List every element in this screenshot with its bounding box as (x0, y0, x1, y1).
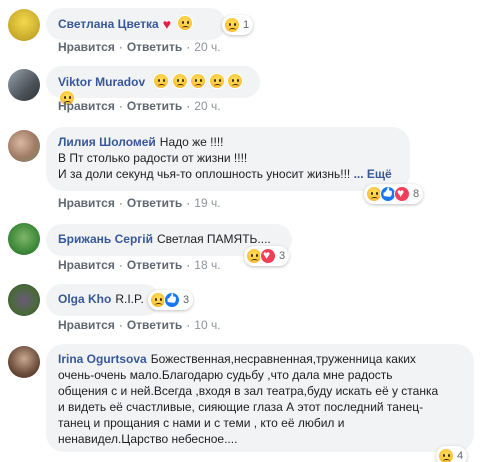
comment-meta: Нравится · Ответить · 20 ч. (58, 40, 221, 54)
sad-emoji-icon (171, 73, 188, 89)
comment-time[interactable]: 19 ч. (194, 196, 220, 210)
comment-text: Божественная,несравненная,труженница как… (150, 352, 416, 366)
comment-bubble: Irina Ogurtsova Божественная,несравненная… (46, 344, 474, 452)
avatar[interactable] (8, 9, 40, 41)
reaction-count: 3 (183, 294, 190, 306)
comment-text-line: и видеть её счастливые, сияющие глаза А … (58, 400, 424, 414)
comment-author[interactable]: Olga Kho (58, 292, 111, 306)
like-link[interactable]: Нравится (58, 196, 115, 210)
comment-time[interactable]: 20 ч. (194, 99, 220, 113)
sad-reaction-icon (224, 17, 240, 33)
sad-emoji-icon (177, 15, 194, 31)
love-reaction-icon (260, 248, 276, 264)
comment-author[interactable]: Светлана Цветка (58, 17, 159, 31)
reactions-badge[interactable]: 4 (436, 446, 468, 462)
comment-text-line: ненавидел.Царство небесное.... (58, 432, 238, 446)
sad-emoji-icon (190, 73, 207, 89)
reply-link[interactable]: Ответить (127, 99, 182, 113)
like-link[interactable]: Нравится (58, 258, 115, 272)
avatar[interactable] (8, 130, 40, 162)
sad-reaction-icon (438, 448, 454, 462)
comment-author[interactable]: Viktor Muradov (58, 75, 145, 89)
comment-time[interactable]: 18 ч. (194, 258, 220, 272)
reply-link[interactable]: Ответить (127, 258, 182, 272)
see-more-link[interactable]: ... Ещё (354, 167, 392, 181)
comment-text-line: танец и прощания с нами и с теми , кто е… (58, 416, 345, 430)
reactions-badge[interactable]: 8 (364, 184, 424, 204)
comment-text-line: В Пт столько радости от жизни !!!! (58, 151, 248, 165)
comment-text: Светлая ПАМЯТЬ.... (157, 232, 271, 246)
like-reaction-icon (164, 292, 180, 308)
comment-text: R.I.P. (115, 292, 144, 306)
sad-emoji-icon (153, 73, 170, 89)
comment-time[interactable]: 10 ч. (194, 318, 220, 332)
sad-emoji-icon (208, 73, 225, 89)
comment-author[interactable]: Брижань Сергій (58, 232, 153, 246)
avatar[interactable] (8, 223, 40, 255)
comment-text: Надо же !!!! (159, 135, 224, 149)
comment-bubble: Светлана Цветка ♥ (46, 8, 226, 40)
comment-author[interactable]: Irina Ogurtsova (58, 352, 147, 366)
reactions-badge[interactable]: 3 (148, 290, 194, 310)
like-link[interactable]: Нравится (58, 318, 115, 332)
reaction-count: 3 (279, 250, 286, 262)
reply-link[interactable]: Ответить (127, 196, 182, 210)
comment-time[interactable]: 20 ч. (194, 40, 220, 54)
comment-bubble: Лилия Шоломей Надо же !!!! В Пт столько р… (46, 127, 410, 191)
comment-bubble: Viktor Muradov (46, 66, 260, 106)
sad-emoji-icon (226, 73, 243, 89)
like-link[interactable]: Нравится (58, 99, 115, 113)
heart-emoji-icon: ♥ (162, 16, 172, 32)
comment-meta: Нравится · Ответить · 20 ч. (58, 99, 221, 113)
reaction-count: 8 (413, 188, 420, 200)
avatar[interactable] (8, 69, 40, 101)
reaction-count: 1 (243, 19, 250, 31)
comment-author[interactable]: Лилия Шоломей (58, 135, 156, 149)
reply-link[interactable]: Ответить (127, 318, 182, 332)
reactions-badge[interactable]: 3 (244, 246, 290, 266)
comment-text-line: очень-очень мало.Благодарю судьбу ,что д… (58, 368, 393, 382)
avatar[interactable] (8, 346, 40, 378)
comment-meta: Нравится · Ответить · 18 ч. (58, 258, 221, 272)
comment-text-line: общения с и ней.Всегда ,входя в зал теат… (58, 384, 439, 398)
love-reaction-icon (394, 186, 410, 202)
reply-link[interactable]: Ответить (127, 40, 182, 54)
reactions-badge[interactable]: 1 (222, 15, 254, 35)
comment-meta: Нравится · Ответить · 10 ч. (58, 318, 221, 332)
comment-meta: Нравится · Ответить · 19 ч. (58, 196, 221, 210)
reaction-count: 4 (457, 450, 464, 462)
comment-text-line: И за доли секунд чья-то оплошность уноси… (58, 167, 351, 181)
like-link[interactable]: Нравится (58, 40, 115, 54)
avatar[interactable] (8, 284, 40, 316)
comment-bubble: Olga Kho R.I.P. (46, 284, 160, 316)
